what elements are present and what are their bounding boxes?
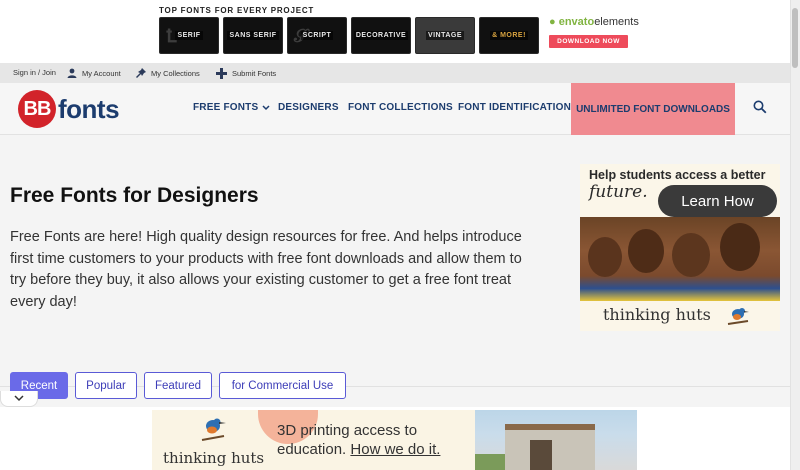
sans-serif-tile[interactable]: SANS SERIF	[223, 17, 283, 54]
ad-line-2: education. How we do it.	[277, 441, 440, 458]
download-now-button[interactable]: DOWNLOAD NOW	[549, 35, 628, 48]
decorative-tile[interactable]: DECORATIVE	[351, 17, 411, 54]
serif-tile[interactable]: Ꝉ SERIF	[159, 17, 219, 54]
nav-unlimited-downloads[interactable]: UNLIMITED FONT DOWNLOADS	[571, 83, 735, 135]
scrollbar-thumb[interactable]	[792, 8, 798, 68]
tile-label: SCRIPT	[300, 31, 334, 40]
more-tile[interactable]: & MORE!	[479, 17, 539, 54]
pin-icon	[136, 68, 146, 78]
ad-line-1: 3D printing access to	[277, 422, 418, 439]
script-tile[interactable]: 𝒮 SCRIPT	[287, 17, 347, 54]
tab-commercial-use[interactable]: for Commercial Use	[219, 372, 346, 399]
submit-fonts-label: Submit Fonts	[232, 69, 277, 78]
submit-fonts-link[interactable]: Submit Fonts	[216, 68, 276, 79]
kingfisher-bird-icon	[201, 418, 226, 441]
my-account-link[interactable]: My Account	[67, 68, 121, 78]
envato-leaf-icon: ●	[549, 16, 556, 28]
thinking-huts-logo: thinking huts	[603, 305, 711, 324]
elements-word: elements	[594, 16, 639, 28]
nav-free-fonts-label: FREE FONTS	[193, 102, 259, 113]
plus-icon	[216, 68, 227, 79]
tile-label: SERIF	[175, 31, 203, 40]
ad-headline: Help students access a better	[589, 168, 766, 182]
search-icon[interactable]	[753, 100, 767, 114]
intro-paragraph: Free Fonts are here! High quality design…	[10, 229, 522, 310]
ad-hut-photo	[475, 410, 637, 470]
ad-future-word: future.	[589, 182, 648, 202]
learn-how-button[interactable]: Learn How	[658, 185, 777, 217]
nav-font-collections[interactable]: FONT COLLECTIONS	[348, 102, 453, 113]
signin-link[interactable]: Sign in / Join	[13, 68, 56, 77]
tile-label: & MORE!	[490, 31, 528, 40]
tab-popular[interactable]: Popular	[75, 372, 137, 399]
chevron-down-icon	[262, 104, 270, 110]
my-collections-label: My Collections	[151, 68, 200, 78]
page-scrollbar[interactable]	[790, 0, 800, 470]
tile-label: DECORATIVE	[353, 31, 409, 40]
user-icon	[67, 68, 77, 78]
tab-featured[interactable]: Featured	[144, 372, 212, 399]
collapse-ad-button[interactable]	[0, 391, 38, 407]
logo-mark: BB	[18, 90, 56, 128]
tile-label: VINTAGE	[425, 31, 465, 40]
page-title: Free Fonts for Designers	[10, 184, 259, 207]
kingfisher-bird-icon	[727, 308, 749, 325]
nav-designers[interactable]: DESIGNERS	[278, 102, 339, 113]
tile-label: SANS SERIF	[227, 31, 279, 40]
vintage-tile[interactable]: VINTAGE	[415, 17, 475, 54]
my-account-label: My Account	[82, 68, 121, 78]
ad-line-2-text: education.	[277, 441, 351, 458]
nav-free-fonts[interactable]: FREE FONTS	[193, 102, 270, 113]
chevron-down-icon	[14, 395, 24, 402]
thinking-huts-logo: thinking huts	[163, 449, 265, 467]
signin-label: Sign in / Join	[13, 68, 56, 77]
ad-photo	[580, 217, 780, 301]
envato-elements-logo[interactable]: ● envatoelements	[549, 16, 639, 28]
my-collections-link[interactable]: My Collections	[136, 68, 200, 78]
promo-title: TOP FONTS FOR EVERY PROJECT	[159, 6, 315, 15]
site-logo[interactable]: BB fonts	[18, 90, 120, 128]
nav-font-identification[interactable]: FONT IDENTIFICATION	[458, 102, 571, 113]
envato-word: envato	[558, 16, 595, 28]
logo-text: fonts	[58, 93, 120, 124]
how-we-do-it-link[interactable]: How we do it.	[350, 441, 440, 458]
